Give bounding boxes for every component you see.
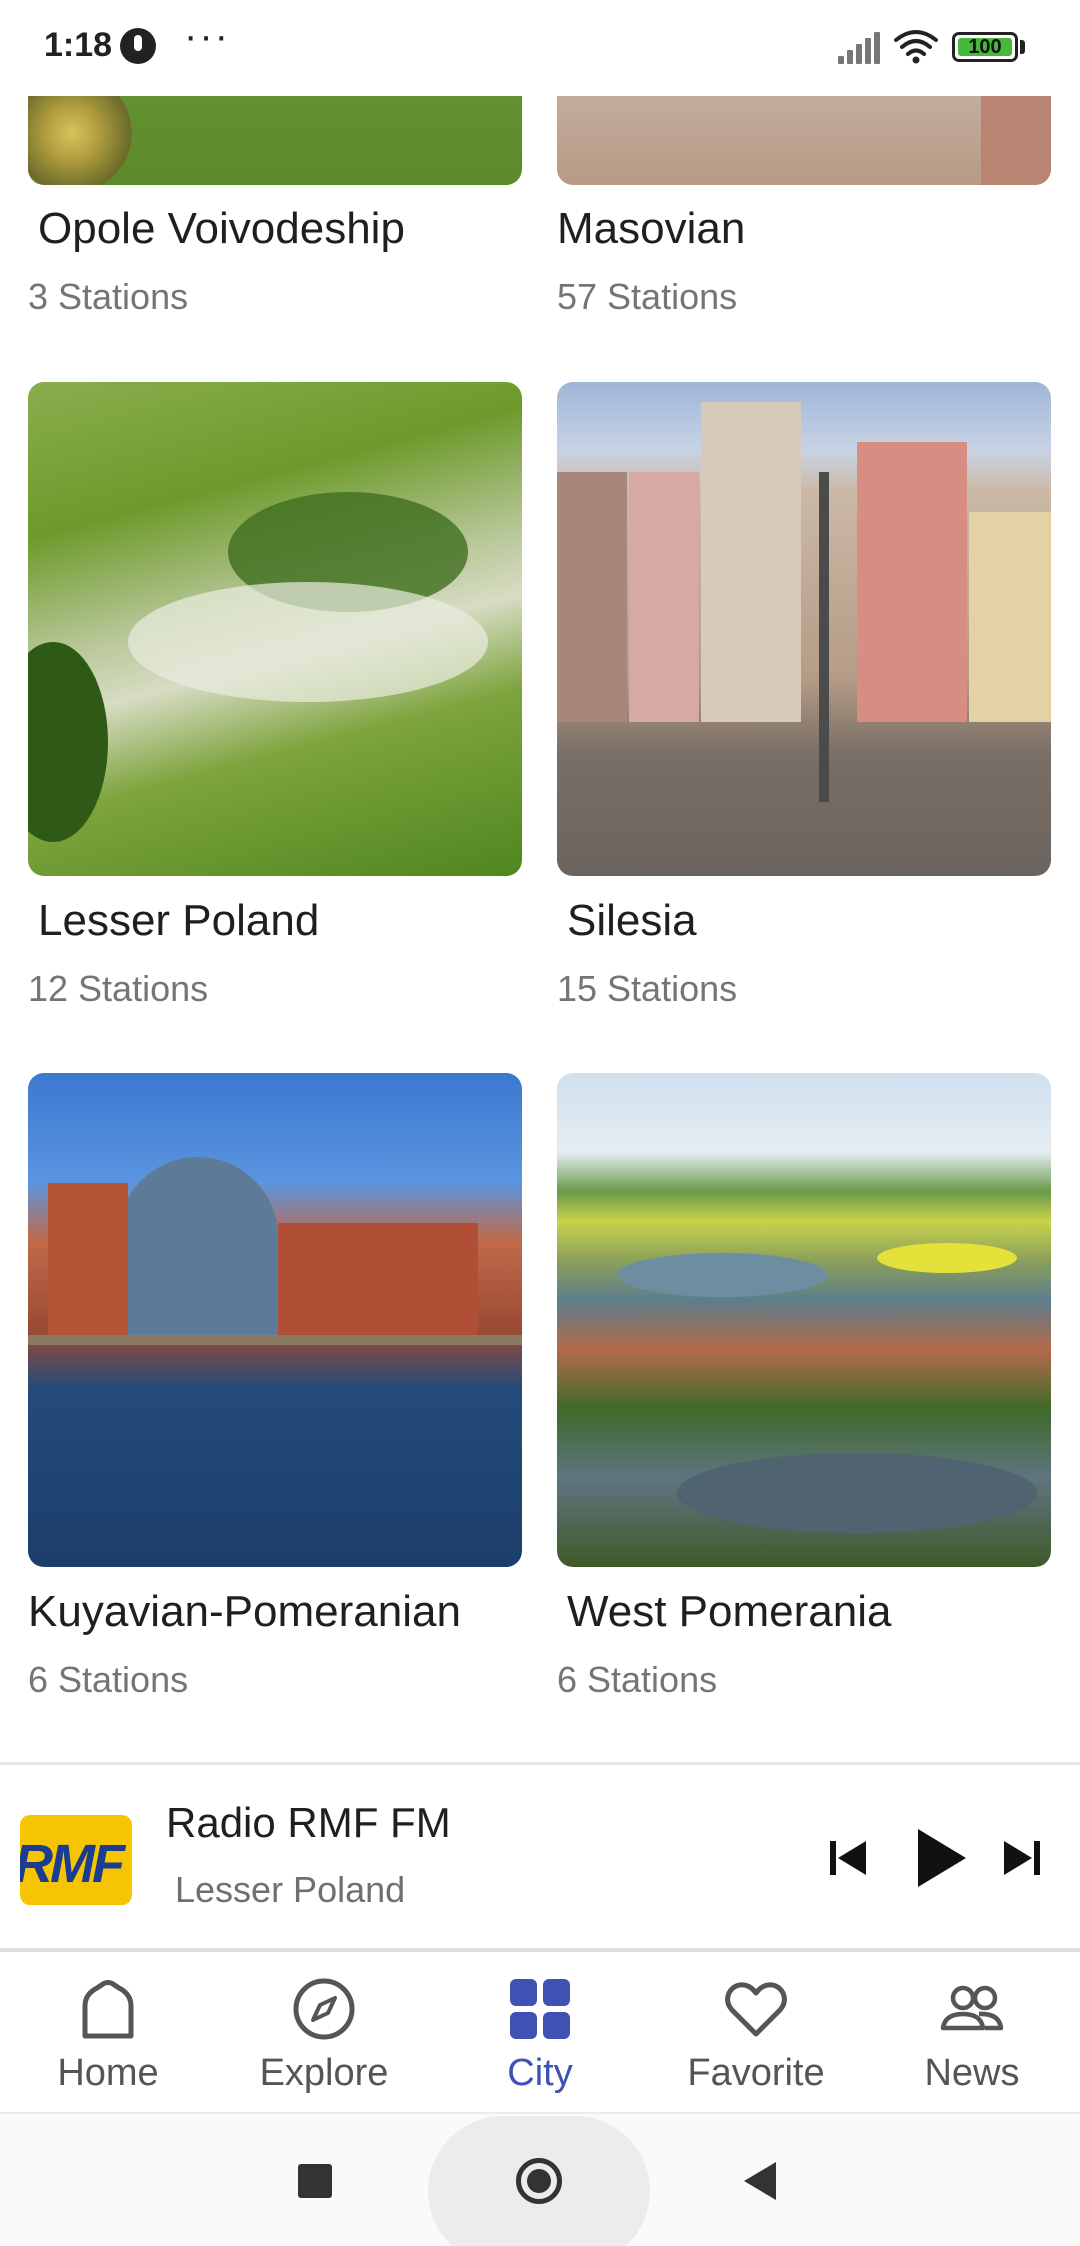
station-logo-text: RMF	[20, 1834, 125, 1894]
home-button-icon[interactable]	[516, 2158, 562, 2204]
nav-label: City	[507, 2052, 573, 2094]
mini-player[interactable]: RMF Radio RMF FM Lesser Poland	[0, 1762, 1080, 1952]
recents-icon[interactable]	[298, 2164, 332, 2198]
nav-item-home[interactable]: Home	[0, 1956, 216, 2114]
signal-icon	[838, 32, 880, 64]
region-title: Kuyavian-Pomeranian	[28, 1587, 461, 1636]
nav-label: Explore	[259, 2052, 389, 2094]
battery-level: 100	[968, 36, 1002, 58]
battery-icon: 100	[952, 32, 1018, 62]
people-icon	[940, 1985, 1004, 2031]
nav-label: News	[924, 2052, 1020, 2094]
nav-item-city[interactable]: City	[432, 1956, 648, 2114]
region-grid: Opole Voivodeship 3 Stations Masovian 57…	[0, 0, 1080, 1762]
region-station-count: 15 Stations	[557, 968, 738, 1009]
region-title: West Pomerania	[567, 1587, 892, 1636]
region-image	[557, 382, 1051, 876]
play-icon[interactable]	[910, 1821, 970, 1895]
nav-label: Favorite	[687, 2052, 825, 2094]
region-station-count: 12 Stations	[28, 968, 209, 1009]
region-station-count: 6 Stations	[28, 1659, 189, 1700]
region-station-count: 3 Stations	[28, 276, 189, 317]
region-title: Lesser Poland	[38, 896, 320, 945]
home-icon	[82, 1980, 134, 2039]
next-icon[interactable]	[1000, 1821, 1044, 1895]
player-station-region: Lesser Poland	[175, 1869, 406, 1910]
system-nav-bar	[0, 2114, 1080, 2246]
battery-tip	[1020, 40, 1025, 54]
station-logo: RMF	[20, 1815, 132, 1905]
region-title: Opole Voivodeship	[38, 204, 405, 253]
heart-icon	[725, 1982, 787, 2037]
grid-icon	[510, 1979, 570, 2039]
nav-item-news[interactable]: News	[864, 1956, 1080, 2114]
nav-label: Home	[57, 2052, 159, 2094]
region-card-silesia[interactable]: Silesia 15 Stations	[557, 382, 1051, 1022]
status-bar: 1:18 ··· 100	[0, 0, 1080, 96]
region-image	[557, 1073, 1051, 1567]
region-image	[28, 1073, 522, 1567]
nav-item-favorite[interactable]: Favorite	[648, 1956, 864, 2114]
microphone-icon	[120, 28, 156, 64]
region-card-kuyavian-pomeranian[interactable]: Kuyavian-Pomeranian 6 Stations	[28, 1073, 522, 1713]
region-card-lesser-poland[interactable]: Lesser Poland 12 Stations	[28, 382, 522, 1022]
nav-item-explore[interactable]: Explore	[216, 1956, 432, 2114]
bottom-nav: Home Explore City Favorite News	[0, 1956, 1080, 2114]
compass-icon	[293, 1978, 355, 2040]
region-station-count: 57 Stations	[557, 276, 738, 317]
more-notifications-icon: ···	[184, 14, 230, 58]
region-image	[28, 382, 522, 876]
region-title: Silesia	[567, 896, 697, 945]
player-station-name: Radio RMF FM	[166, 1799, 451, 1846]
back-icon[interactable]	[744, 2162, 776, 2200]
region-title: Masovian	[557, 204, 746, 253]
wifi-icon	[894, 30, 938, 64]
region-card-west-pomerania[interactable]: West Pomerania 6 Stations	[557, 1073, 1051, 1713]
status-time: 1:18	[44, 26, 113, 64]
region-station-count: 6 Stations	[557, 1659, 718, 1700]
previous-icon[interactable]	[826, 1821, 870, 1895]
